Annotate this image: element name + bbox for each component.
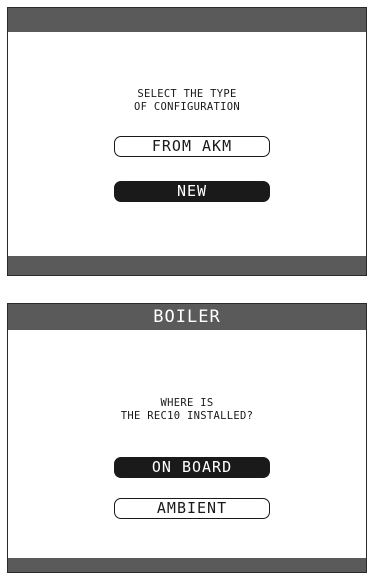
prompt-line-2: THE REC10 INSTALLED?	[120, 410, 254, 422]
header-bar: BOILER	[8, 304, 366, 330]
footer-bar	[8, 558, 366, 572]
on-board-button[interactable]: ON BOARD	[114, 457, 270, 478]
rec10-location-screen: BOILER WHERE IS THE REC10 INSTALLED? ON …	[7, 303, 367, 573]
new-button[interactable]: NEW	[114, 181, 270, 202]
footer-bar	[8, 256, 366, 275]
prompt-text: WHERE IS THE REC10 INSTALLED?	[8, 397, 366, 423]
screen-title: BOILER	[153, 307, 221, 327]
prompt-text: SELECT THE TYPE OF CONFIGURATION	[8, 88, 366, 114]
prompt-line-1: SELECT THE TYPE	[137, 88, 237, 100]
from-akm-button[interactable]: FROM AKM	[114, 136, 270, 157]
prompt-line-2: OF CONFIGURATION	[134, 101, 240, 113]
ambient-button[interactable]: AMBIENT	[114, 498, 270, 519]
config-type-screen: SELECT THE TYPE OF CONFIGURATION FROM AK…	[7, 7, 367, 276]
header-bar	[8, 8, 366, 32]
prompt-line-1: WHERE IS	[160, 397, 214, 409]
